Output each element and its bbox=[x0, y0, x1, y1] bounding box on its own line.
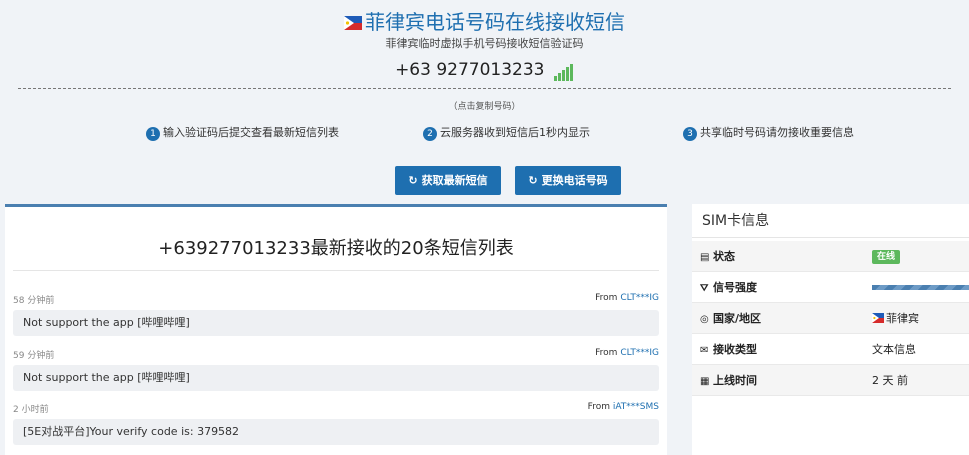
message-body: Not support the app [哔哩哔哩] bbox=[13, 310, 659, 336]
from-prefix: From bbox=[587, 402, 613, 412]
step-number-2: 2 bbox=[423, 127, 437, 141]
get-latest-sms-label: 获取最新短信 bbox=[421, 174, 488, 187]
message-body: [5E对战平台]Your verify code is: 379582 bbox=[13, 419, 659, 445]
message-from: From CLT***IG bbox=[595, 293, 659, 303]
list-item: 59 分钟前 From CLT***IG Not support the app… bbox=[13, 348, 659, 402]
message-sender: CLT***IG bbox=[620, 348, 659, 358]
antenna-icon: ⛛ bbox=[700, 283, 709, 294]
phone-number-text[interactable]: +63 9277013233 bbox=[395, 60, 544, 80]
copy-hint: （点击复制号码） bbox=[448, 102, 521, 112]
message-sender: iAT***SMS bbox=[612, 402, 659, 412]
message-body: Not support the app [哔哩哔哩] bbox=[13, 365, 659, 391]
get-latest-sms-button[interactable]: ↻ 获取最新短信 bbox=[395, 166, 501, 195]
step-label-1: 输入验证码后提交查看最新短信列表 bbox=[163, 126, 339, 139]
signal-bars-icon bbox=[553, 61, 574, 81]
sim-row-status: ▤ 状态 在线 bbox=[692, 241, 969, 272]
step-3: 3 共享临时号码请勿接收重要信息 bbox=[683, 124, 854, 141]
sim-row-online: ▦ 上线时间 2 天 前 bbox=[692, 365, 969, 396]
message-from: From iAT***SMS bbox=[588, 402, 659, 412]
divider bbox=[18, 88, 951, 89]
sim-signal-label: 信号强度 bbox=[713, 281, 757, 294]
from-prefix: From bbox=[595, 348, 621, 358]
message-from: From CLT***IG bbox=[595, 348, 659, 358]
philippines-flag-icon bbox=[344, 16, 362, 30]
message-time: 59 分钟前 bbox=[13, 351, 55, 361]
message-sender: CLT***IG bbox=[620, 293, 659, 303]
sim-country-label: 国家/地区 bbox=[713, 312, 762, 325]
title-text: 菲律宾电话号码在线接收短信 bbox=[365, 10, 625, 34]
message-time: 58 分钟前 bbox=[13, 296, 55, 306]
calendar-icon: ▦ bbox=[700, 376, 710, 387]
sim-info-heading: SIM卡信息 bbox=[692, 204, 969, 238]
change-number-button[interactable]: ↻ 更换电话号码 bbox=[515, 166, 621, 195]
philippines-flag-icon bbox=[872, 313, 884, 323]
list-item: 58 分钟前 From CLT***IG Not support the app… bbox=[13, 293, 659, 347]
sim-status-value: 在线 bbox=[872, 241, 901, 272]
sim-signal-key: ⛛ 信号强度 bbox=[700, 272, 757, 304]
sim-country-value: 菲律宾 bbox=[872, 303, 919, 334]
sim-info-panel: SIM卡信息 ▤ 状态 在线 ⛛ 信号强度 ◎ 国家/地区 菲律宾 ✉ 接收类型 文本信… bbox=[692, 204, 969, 455]
sim-type-key: ✉ 接收类型 bbox=[700, 334, 757, 366]
step-number-1: 1 bbox=[146, 127, 160, 141]
refresh-icon: ↻ bbox=[528, 174, 538, 187]
sim-type-value: 文本信息 bbox=[872, 343, 916, 356]
sms-list-title: +639277013233最新接收的20条短信列表 bbox=[158, 238, 514, 259]
sim-online-label: 上线时间 bbox=[713, 374, 757, 387]
header: 菲律宾电话号码在线接收短信 菲律宾临时虚拟手机号码接收短信验证码 +63 927… bbox=[0, 0, 969, 205]
sms-list-panel: +639277013233最新接收的20条短信列表 58 分钟前 From CL… bbox=[5, 204, 667, 455]
subtitle: 菲律宾临时虚拟手机号码接收短信验证码 bbox=[385, 37, 584, 50]
sim-country-key: ◎ 国家/地区 bbox=[700, 303, 761, 335]
sim-online-value: 2 天 前 bbox=[872, 374, 908, 387]
sim-status-key: ▤ 状态 bbox=[700, 241, 735, 273]
step-2: 2 云服务器收到短信后1秒内显示 bbox=[423, 124, 590, 141]
steps: 1 输入验证码后提交查看最新短信列表 2 云服务器收到短信后1秒内显示 3 共享临时号… bbox=[0, 124, 969, 141]
country-name: 菲律宾 bbox=[886, 312, 919, 325]
refresh-icon: ↻ bbox=[408, 174, 418, 187]
globe-icon: ◎ bbox=[700, 314, 709, 325]
sim-type-label: 接收类型 bbox=[713, 343, 757, 356]
from-prefix: From bbox=[595, 293, 621, 303]
sim-row-type: ✉ 接收类型 文本信息 bbox=[692, 334, 969, 365]
message-time: 2 小时前 bbox=[13, 405, 49, 415]
page-title: 菲律宾电话号码在线接收短信 bbox=[0, 6, 969, 35]
status-badge: 在线 bbox=[872, 250, 901, 264]
signal-strength-bar bbox=[872, 285, 969, 290]
phone-number[interactable]: +63 9277013233 bbox=[0, 60, 969, 81]
sim-row-country: ◎ 国家/地区 菲律宾 bbox=[692, 303, 969, 334]
step-number-3: 3 bbox=[683, 127, 697, 141]
sim-row-signal: ⛛ 信号强度 bbox=[692, 272, 969, 303]
list-item: 2 小时前 From iAT***SMS [5E对战平台]Your verify… bbox=[13, 402, 659, 455]
change-number-label: 更换电话号码 bbox=[541, 174, 608, 187]
step-1: 1 输入验证码后提交查看最新短信列表 bbox=[146, 124, 339, 141]
divider bbox=[13, 270, 659, 271]
sim-status-label: 状态 bbox=[713, 250, 735, 263]
step-label-3: 共享临时号码请勿接收重要信息 bbox=[700, 126, 854, 139]
sim-card-icon: ▤ bbox=[700, 252, 710, 263]
step-label-2: 云服务器收到短信后1秒内显示 bbox=[440, 126, 590, 139]
sim-online-key: ▦ 上线时间 bbox=[700, 365, 757, 397]
envelope-icon: ✉ bbox=[700, 345, 709, 356]
